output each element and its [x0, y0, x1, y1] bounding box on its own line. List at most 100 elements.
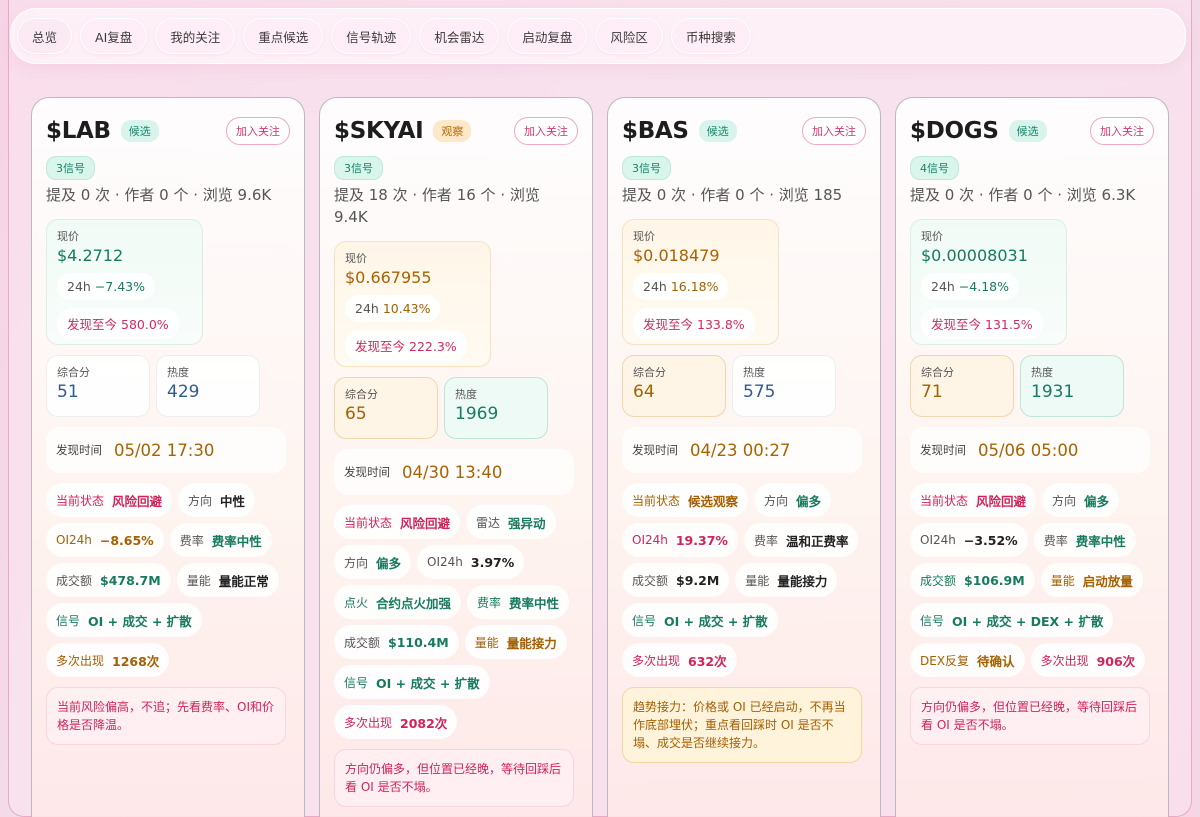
advice-note: 方向仍偏多，但位置已经晚，等待回踩后看 OI 是否不塌。 [910, 687, 1150, 745]
chip-value: 偏多 [376, 555, 402, 571]
price-box: 现价 $0.018479 24h 16.18% 发现至今 133.8% [622, 219, 779, 345]
heat-box: 热度 1931 [1020, 355, 1124, 417]
change-24h-value: 10.43% [382, 301, 431, 316]
chip-label: OI24h [920, 533, 956, 547]
price-label: 现价 [345, 252, 367, 265]
coin-card: $LAB 候选 加入关注 3信号 提及 0 次 · 作者 0 个 · 浏览 9.… [31, 97, 305, 817]
current-price: $0.00008031 [921, 246, 1028, 265]
chip-signals: 信号 OI + 成交 + DEX + 扩散 [910, 603, 1114, 637]
chip-value: 费率中性 [211, 533, 262, 549]
current-price: $4.2712 [57, 246, 124, 265]
since-discovery-value: 222.3% [409, 339, 457, 354]
score-value: 51 [57, 382, 79, 402]
chip-momentum: 量能 量能接力 [735, 563, 838, 597]
heat-label: 热度 [167, 366, 189, 379]
chip-value: 3.97% [470, 554, 515, 570]
chip-volume: 成交额 $9.2M [622, 563, 730, 597]
heat-value: 1969 [455, 404, 499, 424]
chip-volume: 成交额 $478.7M [46, 563, 171, 597]
chip-label: OI24h [427, 555, 463, 569]
tab-launch-review[interactable]: 启动复盘 [507, 18, 588, 54]
chip-value: 中性 [220, 493, 246, 509]
price-box: 现价 $0.00008031 24h −4.18% 发现至今 131.5% [910, 219, 1067, 345]
change-24h-label: 24h [67, 279, 91, 294]
coin-symbol: $SKYAI [334, 118, 424, 144]
chip-label: 信号 [344, 675, 369, 690]
chip-label: 方向 [188, 493, 213, 508]
score-label: 综合分 [345, 388, 378, 401]
chip-label: 当前状态 [632, 493, 681, 508]
chip-direction: 方向 偏多 [1042, 483, 1120, 517]
discovery-time: 发现时间 05/02 17:30 [46, 427, 286, 473]
chip-value: 强异动 [508, 515, 546, 531]
heat-label: 热度 [743, 366, 765, 379]
heat-box: 热度 429 [156, 355, 260, 417]
chip-label: 费率 [477, 595, 502, 610]
mention-stats: 提及 0 次 · 作者 0 个 · 浏览 185 [622, 186, 843, 204]
price-box: 现价 $0.667955 24h 10.43% 发现至今 222.3% [334, 241, 491, 367]
discovery-time-label: 发现时间 [632, 443, 678, 457]
chip-state: 当前状态 风险回避 [334, 505, 461, 539]
discovery-time-value: 04/30 13:40 [402, 462, 503, 482]
tab-opportunity-radar[interactable]: 机会雷达 [419, 18, 500, 54]
follow-button[interactable]: 加入关注 [514, 117, 578, 145]
chip-value: 1268次 [112, 653, 160, 669]
tab-risk-zone[interactable]: 风险区 [595, 18, 663, 54]
chip-label: 费率 [179, 533, 204, 548]
chip-repeat: 多次出现 632次 [622, 643, 737, 677]
change-24h: 24h −7.43% [57, 273, 155, 300]
chip-oi24h: OI24h 3.97% [417, 545, 525, 579]
chip-value: 632次 [688, 653, 727, 669]
discovery-time: 发现时间 05/06 05:00 [910, 427, 1150, 473]
chip-label: 信号 [632, 613, 657, 628]
chip-value: 906次 [1096, 653, 1136, 669]
chip-oi24h: OI24h −3.52% [910, 523, 1028, 557]
tab-ai-review[interactable]: AI复盘 [80, 18, 148, 54]
tab-key-candidates[interactable]: 重点候选 [243, 18, 324, 54]
follow-button[interactable]: 加入关注 [1090, 117, 1154, 145]
chip-label: 量能 [1050, 573, 1075, 588]
chip-value: 量能接力 [777, 573, 828, 589]
chip-value: OI + 成交 + DEX + 扩散 [952, 613, 1104, 629]
chip-signals: 信号 OI + 成交 + 扩散 [46, 603, 202, 637]
discovery-time-value: 04/23 00:27 [690, 440, 791, 460]
chip-funding: 费率 温和正费率 [743, 523, 859, 557]
score-label: 综合分 [921, 366, 954, 379]
discovery-time: 发现时间 04/23 00:27 [622, 427, 862, 473]
score-value: 64 [633, 382, 655, 402]
follow-button[interactable]: 加入关注 [802, 117, 866, 145]
chip-direction: 方向 偏多 [334, 545, 412, 579]
heat-box: 热度 575 [732, 355, 836, 417]
chip-value: $9.2M [676, 572, 720, 588]
chip-label: 雷达 [476, 515, 501, 530]
chip-value: −8.65% [99, 532, 154, 548]
tab-signal-trail[interactable]: 信号轨迹 [331, 18, 412, 54]
change-24h: 24h −4.18% [921, 273, 1019, 300]
tab-my-follows[interactable]: 我的关注 [155, 18, 236, 54]
change-24h-label: 24h [643, 279, 667, 294]
chip-value: −3.52% [963, 532, 1018, 548]
chip-state: 当前状态 风险回避 [910, 483, 1037, 517]
since-discovery: 发现至今 222.3% [345, 330, 467, 361]
follow-button[interactable]: 加入关注 [226, 117, 290, 145]
signal-count-badge: 3信号 [334, 156, 383, 180]
chip-momentum: 量能 启动放量 [1040, 563, 1143, 597]
chip-signals: 信号 OI + 成交 + 扩散 [334, 665, 490, 699]
signal-count-badge: 4信号 [910, 156, 959, 180]
chip-label: 费率 [1043, 533, 1068, 548]
status-badge: 候选 [698, 120, 737, 142]
change-24h-value: −7.43% [94, 279, 145, 294]
tab-overview[interactable]: 总览 [17, 18, 73, 54]
tab-coin-search[interactable]: 币种搜索 [670, 18, 751, 54]
chip-label: 量能 [474, 635, 499, 650]
since-discovery: 发现至今 133.8% [633, 308, 755, 339]
advice-note: 当前风险偏高，不追；先看费率、OI和价格是否降温。 [46, 687, 286, 745]
chip-value: 2082次 [400, 715, 448, 731]
discovery-time-value: 05/02 17:30 [114, 440, 215, 460]
chip-value: 19.37% [675, 532, 728, 548]
chip-label: 成交额 [56, 573, 93, 588]
heat-value: 575 [743, 382, 776, 402]
score-label: 综合分 [57, 366, 90, 379]
since-discovery-label: 发现至今 [931, 317, 982, 332]
chip-value: 风险回避 [112, 493, 163, 509]
